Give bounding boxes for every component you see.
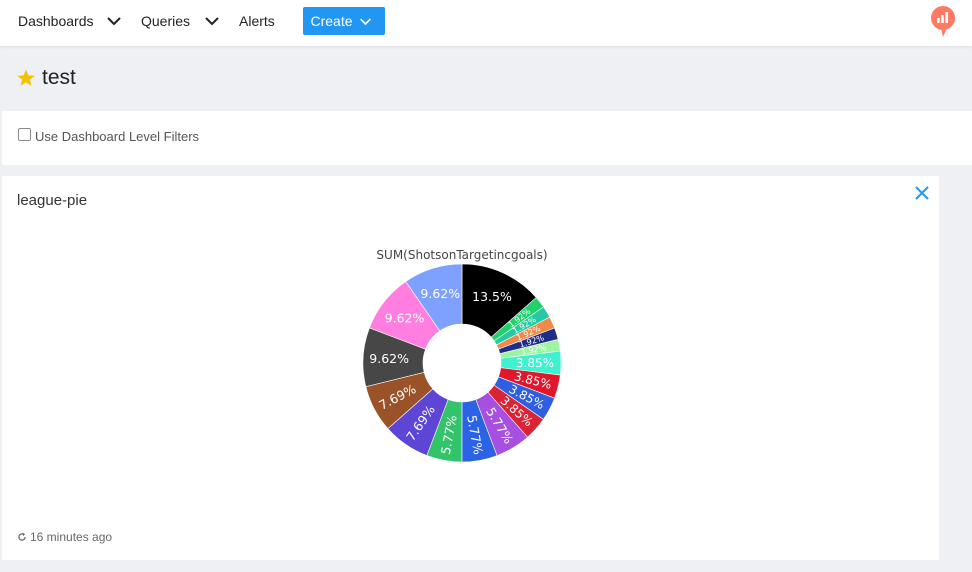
- page-header: test: [16, 63, 76, 93]
- star-icon[interactable]: [16, 68, 36, 88]
- dashboard-filters-label[interactable]: Use Dashboard Level Filters: [35, 129, 199, 144]
- refresh-icon[interactable]: [17, 532, 27, 542]
- chevron-down-icon[interactable]: [106, 13, 122, 29]
- slice-label: 13.5%: [472, 289, 512, 304]
- refresh-time: 16 minutes ago: [30, 530, 113, 544]
- slice-label: 9.62%: [420, 286, 460, 301]
- create-button-label: Create: [310, 13, 353, 29]
- top-navbar: Dashboards Queries Alerts Create: [0, 0, 972, 46]
- nav-queries[interactable]: Queries: [141, 0, 190, 42]
- slice-label: 3.85%: [516, 356, 554, 370]
- slice-label: 9.62%: [369, 351, 409, 366]
- chevron-down-icon[interactable]: [204, 13, 220, 29]
- dashboard-filters-checkbox[interactable]: [18, 128, 31, 141]
- donut-chart: 13.5%1.92%1.92%1.92%1.92%1.92%3.85%3.85%…: [362, 263, 562, 463]
- nav-dashboards[interactable]: Dashboards: [18, 0, 94, 42]
- refresh-status: 16 minutes ago: [17, 530, 112, 544]
- nav-alerts[interactable]: Alerts: [239, 0, 275, 42]
- chevron-down-icon: [359, 17, 371, 25]
- page-title: test: [42, 66, 76, 89]
- redash-logo-icon[interactable]: [928, 4, 958, 38]
- create-button[interactable]: Create: [303, 7, 385, 35]
- slice-label: 9.62%: [385, 310, 425, 325]
- filters-panel: Use Dashboard Level Filters: [2, 111, 972, 165]
- widget-card: league-pie SUM(ShotsonTargetincgoals) 13…: [2, 176, 939, 560]
